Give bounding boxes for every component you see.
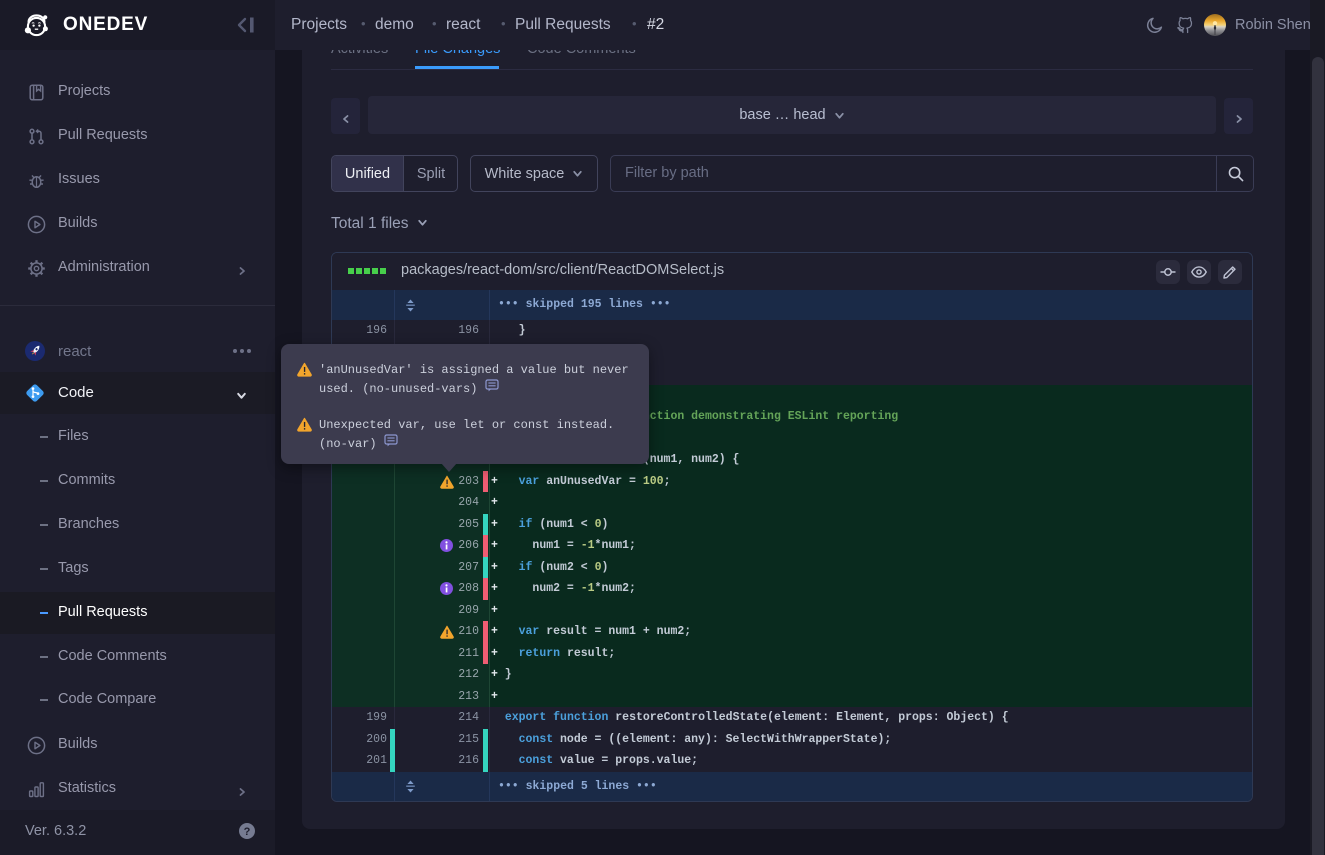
svg-text:?: ?	[244, 826, 251, 838]
